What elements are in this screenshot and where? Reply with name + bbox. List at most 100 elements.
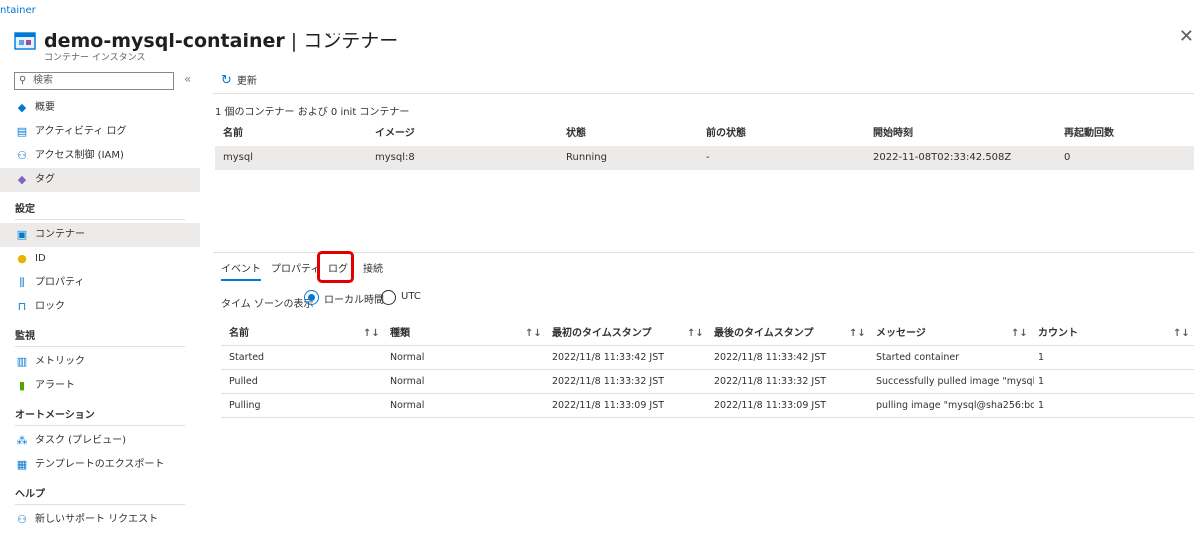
page-header: demo-mysql-container | コンテナー コンテナー インスタン…	[14, 26, 1194, 63]
breadcrumb[interactable]: ntainer	[0, 5, 36, 16]
divider	[213, 252, 1194, 253]
sort-icon[interactable]: ↑↓	[1011, 322, 1028, 346]
table-cell: mysql:8	[375, 152, 415, 163]
support-icon: ⚇	[17, 513, 27, 526]
tab-events[interactable]: イベント	[221, 260, 261, 281]
group-monitoring: 監視	[15, 329, 185, 347]
radio-local-time[interactable]	[304, 290, 319, 305]
table-cell: 2022/11/8 11:33:09 JST	[714, 400, 827, 411]
radio-utc[interactable]	[381, 290, 396, 305]
sort-icon[interactable]: ↑↓	[363, 322, 380, 346]
lock-icon: ⊓	[17, 300, 27, 313]
sidebar-item-label: 概要	[35, 102, 55, 113]
sidebar-item-label: 新しいサポート リクエスト	[35, 514, 159, 525]
table-row[interactable]: mysql mysql:8 Running - 2022-11-08T02:33…	[215, 146, 1194, 170]
log-icon: ▤	[16, 125, 28, 138]
sidebar-item-label: コンテナー	[35, 229, 85, 240]
more-icon[interactable]: ···	[327, 28, 342, 43]
table-cell: Started container	[876, 352, 960, 363]
sidebar-item-tasks[interactable]: ⁂ タスク (プレビュー)	[0, 429, 200, 453]
table-row[interactable]: Pulling Normal 2022/11/8 11:33:09 JST 20…	[221, 394, 1194, 418]
column-header: 開始時刻	[873, 128, 913, 139]
table-cell: 2022/11/8 11:33:32 JST	[552, 376, 665, 387]
column-header: 前の状態	[706, 128, 746, 139]
table-cell: 2022/11/8 11:33:42 JST	[714, 352, 827, 363]
container-count: 1 個のコンテナー および 0 init コンテナー	[215, 107, 410, 118]
page-title: demo-mysql-container | コンテナー	[44, 30, 399, 52]
highlight-box	[317, 251, 354, 283]
table-cell: 2022/11/8 11:33:32 JST	[714, 376, 827, 387]
refresh-icon: ↻	[221, 73, 232, 88]
key-icon: ●	[17, 252, 27, 265]
search-input[interactable]: ⚲ 検索	[14, 72, 174, 90]
tab-connect[interactable]: 接続	[363, 260, 383, 279]
table-header-row: 名前 ↑↓ 種類 ↑↓ 最初のタイムスタンプ ↑↓ 最後のタイムスタンプ ↑↓ …	[221, 322, 1194, 346]
table-cell: mysql	[223, 152, 253, 163]
sidebar-item-metrics[interactable]: ▥ メトリック	[0, 350, 200, 374]
column-header[interactable]: メッセージ	[876, 322, 926, 346]
table-header-row: 名前 イメージ 状態 前の状態 開始時刻 再起動回数	[215, 122, 1194, 146]
table-row[interactable]: Started Normal 2022/11/8 11:33:42 JST 20…	[221, 346, 1194, 370]
sort-icon[interactable]: ↑↓	[849, 322, 866, 346]
table-cell: 1	[1038, 400, 1045, 411]
table-cell: Pulled	[229, 376, 258, 387]
toolbar: ↻ 更新	[213, 70, 1194, 94]
metrics-icon: ▥	[16, 355, 28, 368]
sidebar-item-support-request[interactable]: ⚇ 新しいサポート リクエスト	[0, 508, 200, 532]
refresh-button[interactable]: ↻ 更新	[221, 72, 257, 88]
sidebar-item-lock[interactable]: ⊓ ロック	[0, 295, 200, 319]
column-header[interactable]: 名前	[229, 322, 249, 346]
table-row[interactable]: Pulled Normal 2022/11/8 11:33:32 JST 202…	[221, 370, 1194, 394]
sidebar-item-iam[interactable]: ⚇ アクセス制御 (IAM)	[0, 144, 200, 168]
column-header[interactable]: 種類	[390, 322, 410, 346]
sidebar-item-label: アクセス制御 (IAM)	[35, 150, 124, 161]
table-cell: Successfully pulled image "mysql...	[876, 376, 1034, 387]
column-header: イメージ	[375, 128, 415, 139]
export-icon: ▦	[16, 458, 28, 471]
sidebar-item-alerts[interactable]: ▮ アラート	[0, 374, 200, 398]
sidebar-item-label: ロック	[35, 301, 65, 312]
sidebar-item-activity-log[interactable]: ▤ アクティビティ ログ	[0, 120, 200, 144]
sidebar-item-label: テンプレートのエクスポート	[35, 459, 165, 470]
column-header[interactable]: 最初のタイムスタンプ	[552, 322, 652, 346]
tasks-icon: ⁂	[16, 434, 28, 447]
sort-icon[interactable]: ↑↓	[1173, 322, 1190, 346]
tab-properties[interactable]: プロパティ	[271, 260, 320, 279]
collapse-sidebar-icon[interactable]: «	[184, 72, 191, 86]
sort-icon[interactable]: ↑↓	[687, 322, 704, 346]
table-cell: 2022-11-08T02:33:42.508Z	[873, 152, 1012, 163]
container-icon: ▣	[16, 228, 28, 241]
container-instance-icon	[14, 32, 36, 50]
refresh-label: 更新	[236, 76, 257, 87]
events-table: 名前 ↑↓ 種類 ↑↓ 最初のタイムスタンプ ↑↓ 最後のタイムスタンプ ↑↓ …	[221, 322, 1194, 418]
alert-icon: ▮	[18, 379, 26, 392]
sort-icon[interactable]: ↑↓	[525, 322, 542, 346]
properties-icon: ⫼	[19, 276, 25, 289]
table-cell: Normal	[390, 352, 425, 363]
column-header: 名前	[223, 128, 243, 139]
sidebar-item-label: プロパティ	[35, 277, 85, 288]
sidebar-item-label: アラート	[35, 380, 75, 391]
group-automation: オートメーション	[15, 408, 185, 426]
group-settings: 設定	[15, 202, 185, 220]
sidebar-item-containers[interactable]: ▣ コンテナー	[0, 223, 200, 247]
sidebar-item-label: メトリック	[35, 356, 85, 367]
search-placeholder: 検索	[33, 75, 53, 86]
close-icon[interactable]: ✕	[1179, 26, 1194, 47]
group-help: ヘルプ	[15, 487, 185, 505]
table-cell: 0	[1064, 152, 1071, 163]
sidebar-item-tags[interactable]: ◆ タグ	[0, 168, 200, 192]
column-header[interactable]: 最後のタイムスタンプ	[714, 322, 814, 346]
column-header[interactable]: カウント	[1038, 322, 1078, 346]
containers-table: 名前 イメージ 状態 前の状態 開始時刻 再起動回数 mysql mysql:8…	[215, 122, 1194, 170]
sidebar-item-label: タスク (プレビュー)	[35, 435, 126, 446]
sidebar-item-label: アクティビティ ログ	[35, 126, 127, 137]
sidebar-item-overview[interactable]: ◆ 概要	[0, 96, 200, 120]
sidebar-item-id[interactable]: ● ID	[0, 247, 200, 271]
sidebar-item-export-template[interactable]: ▦ テンプレートのエクスポート	[0, 453, 200, 477]
table-cell: Normal	[390, 400, 425, 411]
table-cell: -	[706, 152, 710, 163]
table-cell: Normal	[390, 376, 425, 387]
sidebar-item-label: ID	[35, 253, 46, 264]
sidebar-item-properties[interactable]: ⫼ プロパティ	[0, 271, 200, 295]
